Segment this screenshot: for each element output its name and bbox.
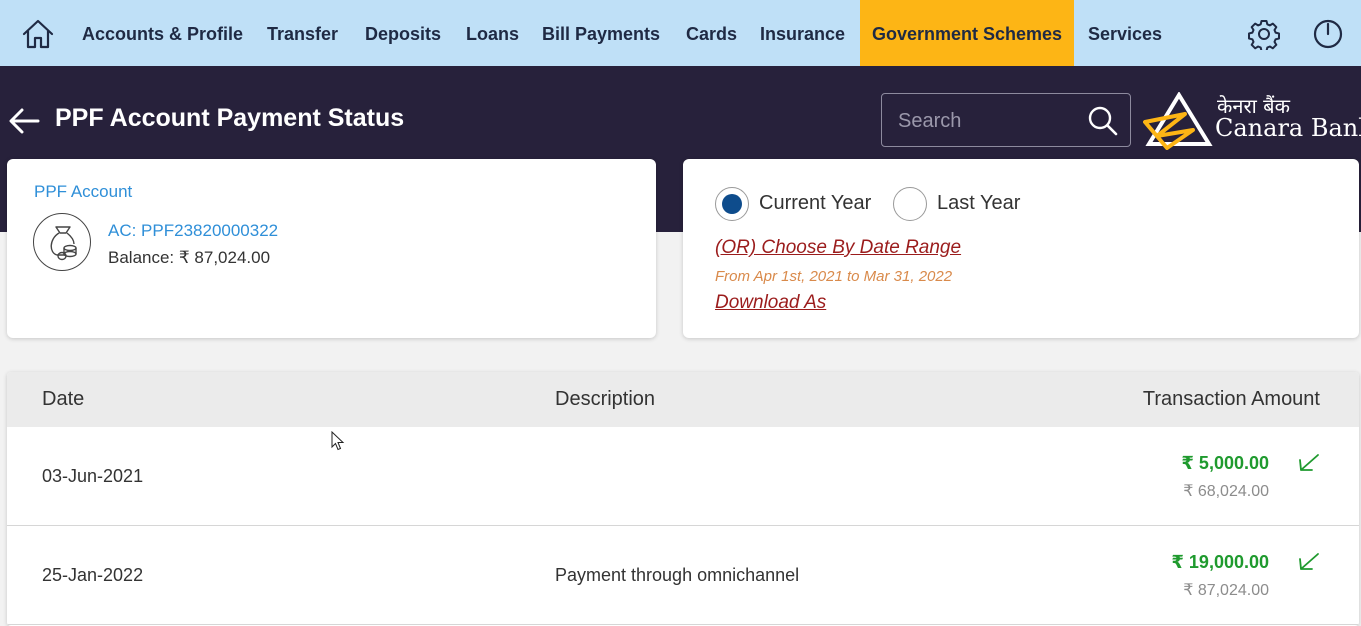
account-number[interactable]: AC: PPF23820000322 (108, 221, 278, 241)
nav-insurance[interactable]: Insurance (760, 0, 845, 66)
radio-last-year[interactable] (893, 187, 927, 221)
account-balance: Balance: ₹ 87,024.00 (108, 248, 271, 267)
account-type-label[interactable]: PPF Account (34, 182, 132, 202)
gear-icon[interactable] (1248, 18, 1280, 50)
radio-current-year[interactable] (715, 187, 749, 221)
radio-label-current-year[interactable]: Current Year (759, 192, 871, 215)
page-title: PPF Account Payment Status (55, 104, 405, 132)
date-range-text: From Apr 1st, 2021 to Mar 31, 2022 (715, 268, 953, 285)
nav-government-schemes[interactable]: Government Schemes (860, 0, 1075, 66)
filter-card: Current Year Last Year (OR) Choose By Da… (683, 159, 1359, 338)
credit-arrow-icon (1299, 553, 1319, 570)
row-balance: ₹ 87,024.00 (1183, 582, 1269, 599)
row-date: 03-Jun-2021 (42, 466, 144, 486)
radio-label-last-year[interactable]: Last Year (937, 192, 1020, 215)
mouse-cursor-icon (331, 431, 345, 451)
download-as-link[interactable]: Download As (715, 292, 826, 314)
table-header: Date Description Transaction Amount (7, 372, 1359, 427)
power-icon[interactable] (1312, 18, 1344, 50)
column-header-date: Date (42, 388, 85, 410)
nav-bill-payments[interactable]: Bill Payments (542, 0, 660, 66)
row-balance: ₹ 68,024.00 (1183, 483, 1269, 500)
nav-loans[interactable]: Loans (466, 0, 519, 66)
table-row[interactable]: 25-Jan-2022 Payment through omnichannel … (7, 526, 1359, 625)
search-icon[interactable] (1087, 105, 1119, 137)
table-row[interactable]: 03-Jun-2021 ₹ 5,000.00 ₹ 68,024.00 (7, 427, 1359, 526)
row-description: Payment through omnichannel (555, 565, 800, 585)
back-arrow-icon[interactable] (8, 106, 40, 136)
nav-services[interactable]: Services (1088, 0, 1162, 66)
home-icon[interactable] (22, 19, 54, 49)
row-date: 25-Jan-2022 (42, 565, 144, 585)
search-input[interactable] (898, 106, 1078, 136)
nav-cards[interactable]: Cards (686, 0, 737, 66)
search-box (881, 93, 1131, 147)
nav-transfer[interactable]: Transfer (267, 0, 338, 66)
nav-accounts-profile[interactable]: Accounts & Profile (82, 0, 243, 66)
column-header-amount: Transaction Amount (1142, 388, 1320, 410)
canara-bank-logo: केनरा बैंक Canara Bank (1143, 92, 1361, 150)
canara-logo-mark-icon (1143, 92, 1213, 150)
money-bag-icon (33, 213, 91, 271)
top-navigation-bar: Accounts & Profile Transfer Deposits Loa… (0, 0, 1361, 66)
column-header-description: Description (555, 388, 656, 410)
credit-arrow-icon (1299, 454, 1319, 471)
account-card: PPF Account AC: PPF23820000322 Balance: … (7, 159, 656, 338)
nav-deposits[interactable]: Deposits (365, 0, 441, 66)
choose-date-range-link[interactable]: (OR) Choose By Date Range (715, 237, 961, 259)
transactions-table: Date Description Transaction Amount 03-J… (7, 372, 1359, 626)
row-amount: ₹ 5,000.00 (1181, 453, 1269, 473)
logo-name-text: Canara Bank (1215, 114, 1361, 142)
row-amount: ₹ 19,000.00 (1171, 552, 1269, 572)
